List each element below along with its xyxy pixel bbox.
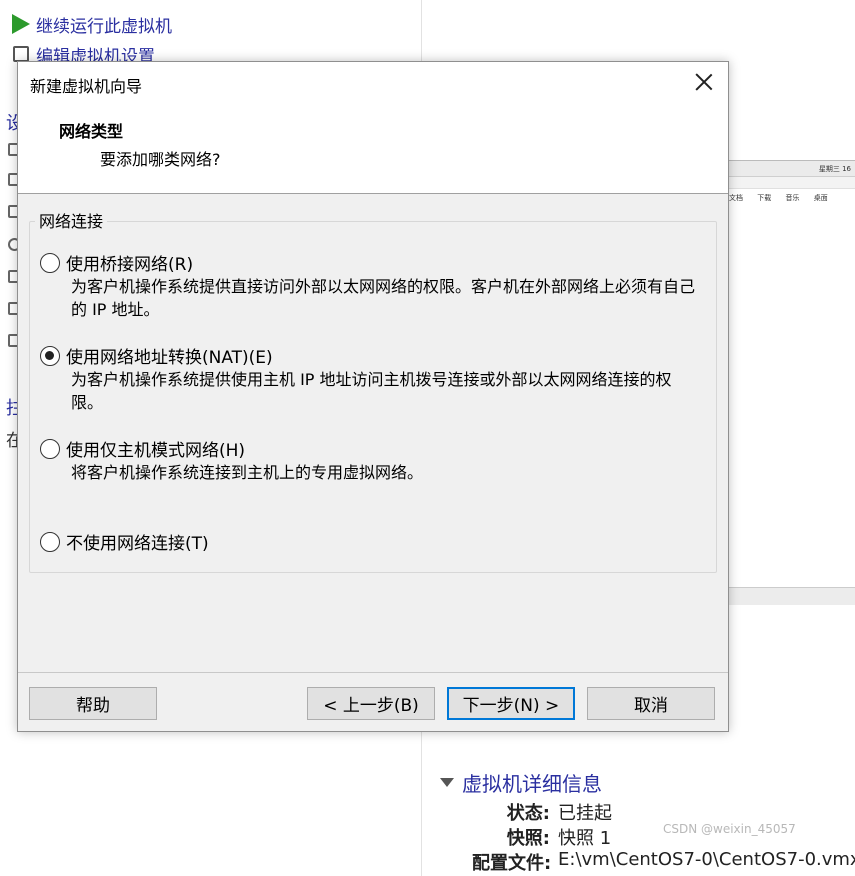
footer-separator — [18, 672, 728, 673]
host-only-label[interactable]: 使用仅主机模式网络(H) — [66, 436, 245, 461]
help-button[interactable]: 帮助 — [29, 687, 157, 720]
collapse-triangle-icon — [440, 778, 454, 787]
option-host-only[interactable]: 使用仅主机模式网络(H) 将客户机操作系统连接到主机上的专用虚拟网络。 — [40, 436, 710, 484]
new-vm-wizard-dialog: 新建虚拟机向导 网络类型 要添加哪类网络? 网络连接 使用桥接网络(R) 为客户… — [17, 61, 729, 732]
detail-key: 状态: — [506, 803, 550, 824]
no-network-radio[interactable] — [40, 531, 60, 552]
vm-screen-thumbnail[interactable]: 星期三 16 文档 下载 音乐 桌面 — [729, 160, 855, 605]
places-item: 桌面 — [813, 194, 828, 202]
watermark: CSDN @weixin_45057 — [663, 822, 796, 836]
thumbnail-bottom-bar — [729, 587, 855, 605]
thumbnail-top-bar: 星期三 16 — [729, 161, 855, 177]
bridged-description: 为客户机操作系统提供直接访问外部以太网网络的权限。客户机在外部网络上必须有自己的… — [71, 277, 696, 319]
nat-radio[interactable] — [40, 345, 60, 366]
network-connection-label: 网络连接 — [35, 208, 108, 232]
detail-key: 配置文件: — [472, 853, 552, 874]
vm-details-section-toggle[interactable]: 虚拟机详细信息 — [440, 768, 602, 797]
wizard-step-subtitle: 要添加哪类网络? — [100, 150, 221, 169]
detail-key: 快照: — [506, 828, 550, 849]
detail-row-state: 状态: 已挂起 — [472, 799, 612, 825]
play-icon — [10, 13, 32, 35]
places-item: 音乐 — [785, 194, 800, 202]
close-icon[interactable] — [694, 72, 714, 92]
places-item: 文档 — [729, 194, 743, 202]
detail-row-snapshot: 快照: 快照 1 — [472, 824, 611, 850]
places-item: 下载 — [757, 194, 772, 202]
dialog-titlebar[interactable]: 新建虚拟机向导 — [18, 62, 728, 104]
option-bridged[interactable]: 使用桥接网络(R) 为客户机操作系统提供直接访问外部以太网网络的权限。客户机在外… — [40, 250, 710, 321]
bridged-label[interactable]: 使用桥接网络(R) — [66, 250, 193, 275]
resume-vm-command[interactable]: 继续运行此虚拟机 — [10, 12, 172, 37]
thumbnail-places: 文档 下载 音乐 桌面 — [729, 189, 855, 203]
no-network-label[interactable]: 不使用网络连接(T) — [66, 529, 209, 554]
nat-description: 为客户机操作系统提供使用主机 IP 地址访问主机拨号连接或外部以太网网络连接的权… — [71, 370, 672, 412]
cancel-button[interactable]: 取消 — [587, 687, 715, 720]
back-button[interactable]: < 上一步(B) — [307, 687, 435, 720]
wizard-header: 网络类型 要添加哪类网络? — [18, 104, 728, 194]
resume-vm-label: 继续运行此虚拟机 — [36, 16, 172, 37]
detail-value: 已挂起 — [558, 803, 612, 824]
option-nat[interactable]: 使用网络地址转换(NAT)(E) 为客户机操作系统提供使用主机 IP 地址访问主… — [40, 343, 710, 414]
bridged-radio[interactable] — [40, 252, 60, 273]
wizard-step-title: 网络类型 — [59, 122, 124, 141]
nat-label[interactable]: 使用网络地址转换(NAT)(E) — [66, 343, 273, 368]
vm-details-title: 虚拟机详细信息 — [462, 772, 602, 796]
detail-row-config-file: 配置文件: E:\vm\CentOS7-0\CentOS7-0.vmx — [472, 849, 855, 875]
host-only-description: 将客户机操作系统连接到主机上的专用虚拟网络。 — [71, 463, 424, 482]
thumbnail-toolbar — [729, 177, 855, 189]
host-only-radio[interactable] — [40, 438, 60, 459]
detail-value: E:\vm\CentOS7-0\CentOS7-0.vmx — [558, 849, 855, 870]
dialog-title: 新建虚拟机向导 — [30, 77, 143, 96]
detail-value: 快照 1 — [558, 828, 612, 849]
option-no-network[interactable]: 不使用网络连接(T) — [40, 529, 710, 554]
next-button[interactable]: 下一步(N) > — [447, 687, 575, 720]
